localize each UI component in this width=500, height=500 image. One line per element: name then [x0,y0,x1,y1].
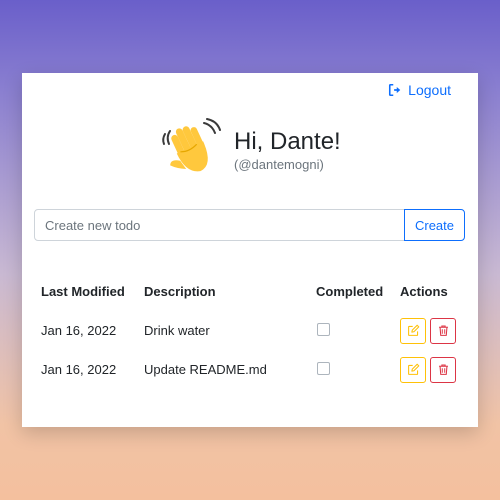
delete-button[interactable] [430,317,456,344]
edit-button[interactable] [400,356,426,383]
create-button[interactable]: Create [404,209,465,241]
description-cell: Update README.md [144,362,267,377]
completed-cell [309,311,393,350]
last-modified-cell: Jan 16, 2022 [41,323,117,338]
last-modified-cell: Jan 16, 2022 [41,362,117,377]
actions-cell [393,311,466,350]
todo-table: Last Modified Description Completed Acti… [34,273,466,389]
delete-button[interactable] [430,356,456,383]
edit-icon [407,363,419,375]
table-header-row: Last Modified Description Completed Acti… [34,273,466,311]
todo-card: Logout Hi, Dante! (@dantemogni) Create n… [22,73,478,427]
table-row: Jan 16, 2022 Drink water [34,311,466,350]
table-row: Jan 16, 2022 Update README.md [34,350,466,389]
new-todo-form: Create [34,209,465,241]
actions-cell [393,350,466,389]
description-cell: Drink water [144,323,210,338]
waving-hand-icon [162,118,221,172]
edit-icon [407,324,419,336]
new-todo-input[interactable] [34,209,405,241]
trash-icon [438,364,448,375]
completed-checkbox[interactable] [317,361,330,375]
column-header-actions: Actions [400,283,448,299]
column-header-completed: Completed [316,283,384,299]
username-handle: (@dantemogni) [234,156,324,172]
greeting-heading: Hi, Dante! [234,127,341,155]
sign-out-icon [389,83,401,97]
logout-button[interactable]: Logout [388,82,451,98]
edit-button[interactable] [400,317,426,344]
completed-cell [309,350,393,389]
completed-checkbox[interactable] [317,322,330,336]
column-header-description: Description [144,283,216,299]
logout-label: Logout [408,82,451,98]
trash-icon [438,325,448,336]
column-header-last-modified: Last Modified [41,283,125,299]
user-greeting: Hi, Dante! (@dantemogni) [160,117,341,181]
